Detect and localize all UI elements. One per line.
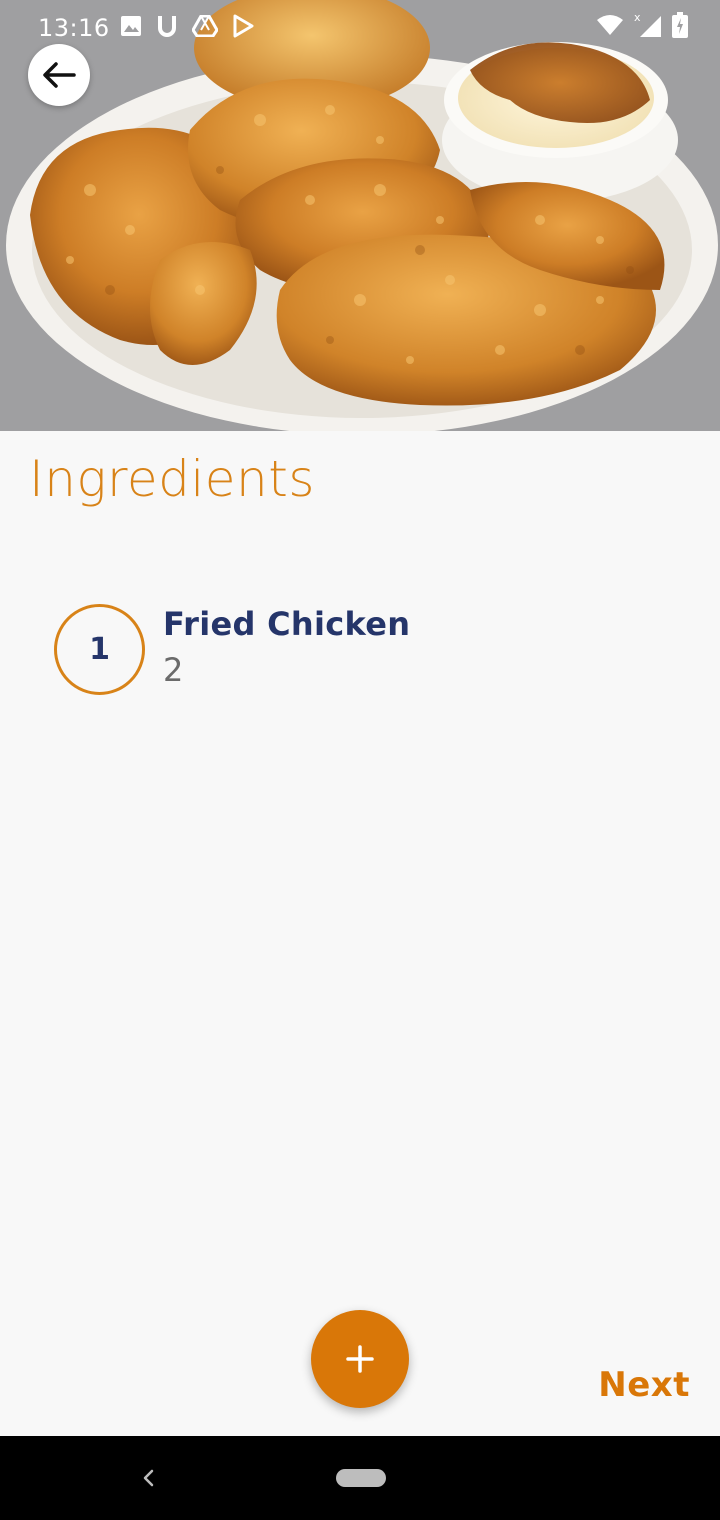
nav-home-pill[interactable] (336, 1469, 386, 1487)
page-title: Ingredients (29, 450, 315, 508)
drive-icon (192, 15, 218, 37)
ingredient-quantity: 2 (163, 651, 184, 689)
fried-chicken-illustration (0, 0, 720, 431)
wifi-icon (597, 15, 623, 35)
plus-icon (346, 1345, 374, 1373)
nav-back-icon[interactable] (138, 1464, 158, 1492)
u-icon (158, 16, 176, 37)
hero-image (0, 0, 720, 431)
ingredient-name: Fried Chicken (163, 605, 411, 643)
signal-icon: x (634, 12, 661, 37)
ingredient-number-badge: 1 (54, 603, 145, 695)
ingredient-text: Fried Chicken 2 (163, 605, 410, 689)
arrow-left-icon (43, 62, 76, 88)
svg-text:x: x (634, 12, 641, 24)
notification-icons (120, 14, 254, 38)
battery-icon (672, 12, 688, 38)
system-navigation-bar (0, 1436, 720, 1520)
status-time: 13:16 (38, 14, 110, 42)
next-button[interactable]: Next (598, 1365, 690, 1405)
system-icons: x (596, 12, 688, 38)
status-bar: 13:16 x (0, 0, 720, 56)
back-button[interactable] (28, 44, 90, 106)
add-ingredient-button[interactable] (311, 1310, 409, 1408)
play-store-icon (233, 14, 254, 38)
ingredient-list-item[interactable]: 1 Fried Chicken 2 (54, 603, 674, 695)
image-icon (121, 16, 141, 36)
